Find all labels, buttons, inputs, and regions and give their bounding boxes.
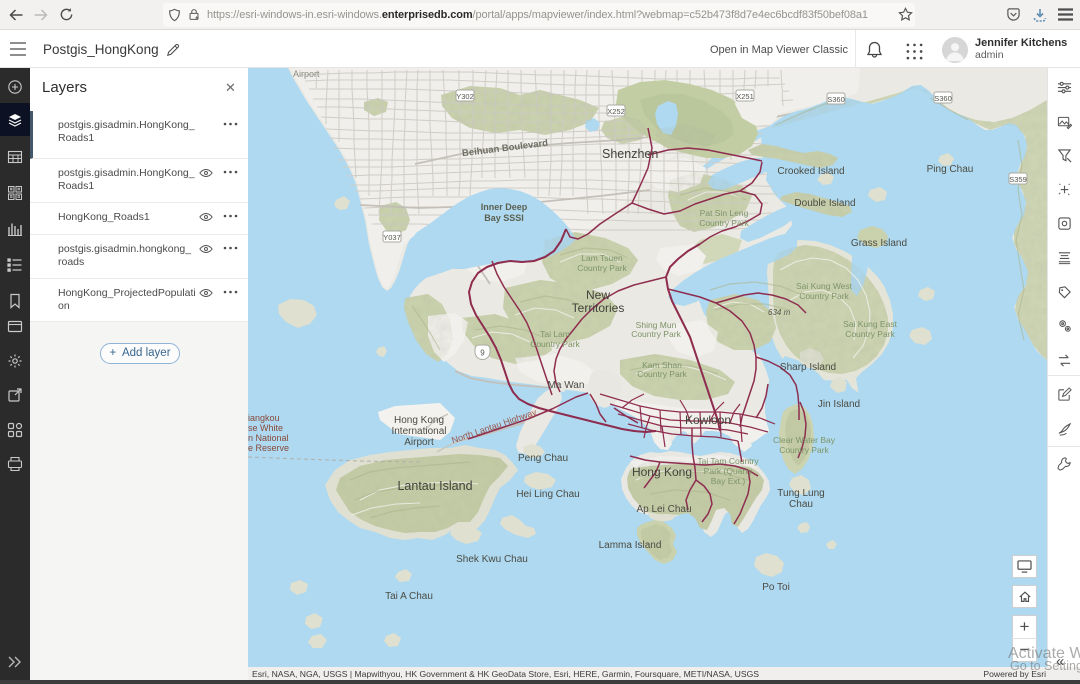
svg-text:X252: X252	[607, 107, 625, 116]
svg-text:Sai Kung East: Sai Kung East	[843, 319, 898, 329]
svg-text:Country Park: Country Park	[530, 339, 580, 349]
svg-text:Shek Kwu Chau: Shek Kwu Chau	[456, 554, 528, 565]
svg-text:Jin Island: Jin Island	[818, 399, 860, 410]
svg-text:Country Park: Country Park	[779, 445, 829, 455]
svg-text:Airport: Airport	[404, 437, 434, 448]
svg-text:Sai Kung West: Sai Kung West	[796, 281, 853, 291]
svg-text:Pat Sin Leng: Pat Sin Leng	[700, 208, 749, 218]
svg-text:Inner Deep: Inner Deep	[481, 202, 528, 212]
svg-text:Kowloon: Kowloon	[685, 413, 731, 427]
svg-text:Peng Chau: Peng Chau	[518, 453, 568, 464]
svg-text:Grass Island: Grass Island	[851, 238, 907, 249]
svg-text:Country Park: Country Park	[637, 369, 687, 379]
svg-text:Crooked Island: Crooked Island	[777, 166, 844, 177]
svg-text:Y302: Y302	[456, 92, 474, 101]
svg-text:se White: se White	[248, 423, 283, 433]
svg-text:Po Toi: Po Toi	[762, 582, 790, 593]
svg-text:S360: S360	[827, 95, 845, 104]
svg-text:Hong Kong: Hong Kong	[394, 415, 444, 426]
svg-text:Country Park: Country Park	[845, 329, 895, 339]
svg-text:Ma Wan: Ma Wan	[548, 380, 585, 391]
svg-text:e Reserve: e Reserve	[248, 443, 289, 453]
svg-text:Airport: Airport	[293, 69, 320, 79]
svg-text:Ping Chau: Ping Chau	[927, 164, 974, 175]
svg-text:Sharp Island: Sharp Island	[780, 362, 836, 373]
svg-text:Lantau Island: Lantau Island	[397, 479, 472, 493]
svg-text:Shenzhen: Shenzhen	[602, 147, 658, 161]
svg-text:Ap Lei Chau: Ap Lei Chau	[636, 504, 691, 515]
svg-text:Y037: Y037	[383, 233, 401, 242]
svg-text:Territories: Territories	[572, 301, 625, 315]
svg-text:Country Park: Country Park	[699, 218, 749, 228]
svg-text:X251: X251	[736, 92, 754, 101]
svg-text:iangkou: iangkou	[248, 413, 280, 423]
svg-text:International: International	[391, 426, 446, 437]
svg-text:Hong Kong: Hong Kong	[632, 465, 692, 479]
svg-text:Country Park: Country Park	[631, 329, 681, 339]
svg-text:n National: n National	[248, 433, 289, 443]
svg-text:Country Park: Country Park	[577, 263, 627, 273]
svg-text:S359: S359	[1009, 175, 1027, 184]
svg-text:Tai Tam Country: Tai Tam Country	[697, 456, 759, 466]
svg-text:Tai Lam: Tai Lam	[540, 329, 570, 339]
svg-text:Lam Tsuen: Lam Tsuen	[581, 253, 623, 263]
svg-text:Bay SSSI: Bay SSSI	[484, 213, 524, 223]
svg-text:Hei Ling Chau: Hei Ling Chau	[516, 489, 579, 500]
svg-text:Tai A Chau: Tai A Chau	[385, 591, 433, 602]
svg-text:Clear Water Bay: Clear Water Bay	[773, 435, 836, 445]
svg-text:Tung Lung: Tung Lung	[777, 488, 824, 499]
svg-text:Park (Quarry: Park (Quarry	[704, 466, 753, 476]
svg-text:Bay Ext.): Bay Ext.)	[711, 476, 746, 486]
svg-text:634 m: 634 m	[768, 308, 791, 317]
svg-text:Lamma Island: Lamma Island	[599, 540, 662, 551]
svg-text:Chau: Chau	[789, 499, 813, 510]
svg-text:S360: S360	[934, 94, 952, 103]
svg-text:New: New	[586, 288, 610, 302]
svg-text:9: 9	[480, 349, 485, 358]
svg-text:Country Park: Country Park	[799, 291, 849, 301]
svg-text:Double Island: Double Island	[794, 198, 855, 209]
